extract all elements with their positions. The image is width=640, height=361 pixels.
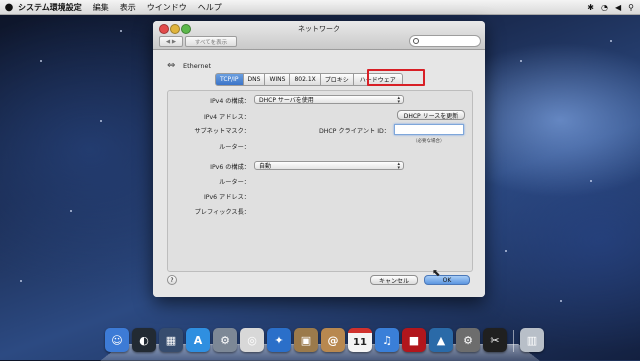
ethernet-icon: ⇔ <box>167 60 176 71</box>
menu-bar: ● システム環境設定 編集 表示 ウインドウ ヘルプ ✱ ◔ ◀ ⚲ <box>0 0 640 15</box>
interface-name: Ethernet <box>183 62 211 70</box>
star <box>590 180 592 182</box>
title-bar: ネットワーク ◀ ▶ すべてを表示 <box>153 21 485 50</box>
star <box>20 280 22 282</box>
ok-button[interactable]: OK <box>424 275 470 285</box>
status-area: ✱ ◔ ◀ ⚲ <box>587 3 640 12</box>
search-field[interactable] <box>409 35 481 47</box>
star <box>505 250 507 252</box>
renew-dhcp-lease-button[interactable]: DHCP リースを更新 <box>397 110 465 120</box>
window-title: ネットワーク <box>298 25 340 33</box>
ipv6-address-label: IPv6 アドレス： <box>203 194 250 201</box>
prefix-length-label: プレフィックス長： <box>194 209 250 216</box>
star <box>520 60 522 62</box>
star <box>610 40 612 42</box>
tab-8021x[interactable]: 802.1X <box>290 73 321 86</box>
tab-proxies[interactable]: プロキシ <box>320 73 354 86</box>
tcpip-panel: IPv4 の構成： DHCP サーバを使用 ▴ ▾ IPv4 アドレス： DHCP… <box>167 90 473 272</box>
dock-separator <box>513 330 514 352</box>
app-store-icon[interactable]: A <box>186 328 210 352</box>
menu-view[interactable]: 表示 <box>120 2 136 13</box>
mouse-pointer-icon: ⬉ <box>432 268 441 279</box>
ipv6-configure-select[interactable]: 自動 ▴ ▾ <box>254 161 404 171</box>
subnet-mask-label: サブネットマスク： <box>194 128 250 135</box>
hardware-tab-highlight <box>367 69 425 86</box>
star <box>100 120 102 122</box>
cancel-button[interactable]: キャンセル <box>370 275 418 285</box>
itunes-icon[interactable]: ♫ <box>375 328 399 352</box>
address-book-icon[interactable]: @ <box>321 328 345 352</box>
menu-edit[interactable]: 編集 <box>93 2 109 13</box>
back-forward-button[interactable]: ◀ ▶ <box>159 36 183 47</box>
tab-dns[interactable]: DNS <box>243 73 266 86</box>
dhcp-client-id-field[interactable] <box>394 124 464 135</box>
help-button[interactable]: ? <box>167 275 177 285</box>
menu-window[interactable]: ウインドウ <box>147 2 187 13</box>
final-cut-icon[interactable]: ✂ <box>483 328 507 352</box>
show-all-button[interactable]: すべてを表示 <box>185 36 237 47</box>
star <box>40 60 42 62</box>
dock: ☺ ◐ ▦ A ⚙ ◎ ✦ ▣ @11 ♫ ■ ▲ ⚙ ✂ ▥ <box>105 324 544 352</box>
dhcp-client-id-label: DHCP クライアント ID： <box>318 128 390 135</box>
wifi-icon[interactable]: ◔ <box>601 3 608 12</box>
trash-icon[interactable]: ▥ <box>520 328 544 352</box>
select-arrows-icon: ▴ ▾ <box>397 95 400 105</box>
bluetooth-icon[interactable]: ✱ <box>587 3 594 12</box>
photo-booth-icon[interactable]: ■ <box>402 328 426 352</box>
ipv4-address-label: IPv4 アドレス： <box>203 114 250 121</box>
star <box>120 30 122 32</box>
ipv4-router-label: ルーター： <box>219 144 250 151</box>
star <box>560 300 562 302</box>
finder-icon[interactable]: ☺ <box>105 328 129 352</box>
volume-icon[interactable]: ◀ <box>615 3 621 12</box>
mission-control-icon[interactable]: ▦ <box>159 328 183 352</box>
network-content: ⇔ Ethernet TCP/IP DNS WINS 802.1X プロキシ ハ… <box>153 50 485 297</box>
ipv6-router-label: ルーター： <box>219 179 250 186</box>
safari-icon[interactable]: ✦ <box>267 328 291 352</box>
tab-wins[interactable]: WINS <box>265 73 291 86</box>
ipv6-configure-value: 自動 <box>259 163 272 170</box>
apple-menu-icon[interactable]: ● <box>0 2 18 13</box>
utility-icon[interactable]: ⚙ <box>456 328 480 352</box>
search-icon <box>413 38 419 44</box>
menu-app-name[interactable]: システム環境設定 <box>18 2 82 13</box>
ipv4-configure-label: IPv4 の構成： <box>210 98 250 105</box>
dashboard-icon[interactable]: ◐ <box>132 328 156 352</box>
chrome-icon[interactable]: ◎ <box>240 328 264 352</box>
ipv4-configure-select[interactable]: DHCP サーバを使用 ▴ ▾ <box>254 95 404 105</box>
select-arrows-icon: ▴ ▾ <box>397 161 400 171</box>
tab-tcpip[interactable]: TCP/IP <box>215 73 244 86</box>
menu-help[interactable]: ヘルプ <box>198 2 222 13</box>
network-preferences-window: ネットワーク ◀ ▶ すべてを表示 ⇔ Ethernet TCP/IP DNS … <box>153 21 485 297</box>
iphoto-icon[interactable]: ▲ <box>429 328 453 352</box>
ipv6-configure-label: IPv6 の構成： <box>210 164 250 171</box>
system-preferences-dock-icon[interactable]: ⚙ <box>213 328 237 352</box>
ipv4-configure-value: DHCP サーバを使用 <box>259 97 314 104</box>
star <box>70 210 72 212</box>
preview-icon[interactable]: ▣ <box>294 328 318 352</box>
client-id-hint: （必要な場合） <box>413 139 445 144</box>
spotlight-icon[interactable]: ⚲ <box>628 3 634 12</box>
calendar-icon[interactable]: 11 <box>348 328 372 352</box>
